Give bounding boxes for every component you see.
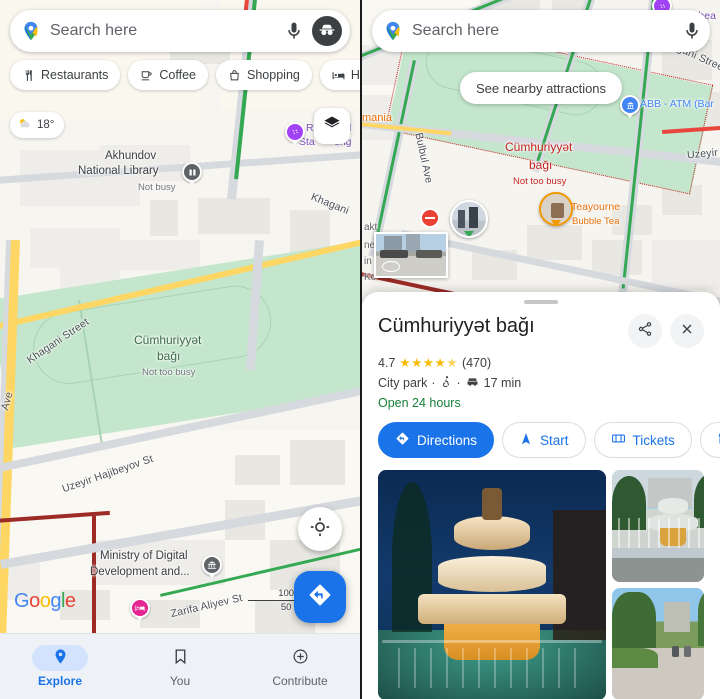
search-input-right[interactable]: Search here — [412, 22, 674, 40]
drive-time: 17 min — [483, 376, 522, 390]
left-map-screen: Akhundov National Library Not busy Cümhu… — [0, 0, 360, 699]
directions-icon — [307, 582, 333, 613]
partly-cloudy-icon — [17, 116, 32, 134]
place-pin-icon — [52, 648, 69, 668]
chip-label: Shopping — [247, 68, 300, 82]
map-pin-hotel[interactable] — [130, 598, 150, 618]
nav-pill-you — [152, 645, 208, 671]
bookmark-icon — [172, 648, 189, 668]
nav-item-explore[interactable]: Explore — [0, 634, 120, 699]
directions-fab[interactable] — [294, 571, 346, 623]
nav-label-contribute: Contribute — [272, 674, 328, 688]
nearby-chip-label: See nearby attractions — [475, 80, 607, 96]
meta-dot-2: · — [456, 376, 461, 390]
nav-label-explore: Explore — [37, 674, 82, 688]
mic-icon[interactable] — [284, 21, 304, 41]
action-buttons-row[interactable]: Directions Start Tickets — [378, 422, 720, 458]
directions-icon — [395, 431, 410, 449]
fountain-night-photo[interactable] — [378, 470, 606, 699]
search-input-left[interactable]: Search here — [50, 22, 276, 40]
nav-item-you[interactable]: You — [120, 634, 240, 699]
action-label: Directions — [417, 432, 478, 448]
park-path-photo[interactable] — [612, 588, 704, 699]
close-icon — [679, 321, 695, 342]
right-place-detail-screen: Cümhuriyyət bağı Not too busy Teayourne … — [360, 0, 720, 699]
tickets-button[interactable]: Tickets — [593, 422, 692, 458]
chip-hotels[interactable]: Ho — [319, 60, 360, 90]
gmaps-pin-icon — [382, 20, 404, 42]
navigation-arrow-icon — [519, 432, 533, 449]
chip-label: Coffee — [159, 68, 197, 82]
sheet-drag-handle[interactable] — [524, 300, 558, 304]
see-nearby-attractions-chip[interactable]: See nearby attractions — [459, 72, 623, 104]
chip-label: Restaurants — [41, 68, 109, 82]
dual-screenshot: Akhundov National Library Not busy Cümhu… — [0, 0, 720, 699]
place-detail-sheet[interactable]: Cümhuriyyət bağı 4.7 ★★★★★ (470) City pa… — [362, 292, 720, 699]
nav-pill-explore — [32, 645, 88, 671]
map-pin-library[interactable] — [182, 162, 202, 182]
google-logo: Google — [14, 590, 76, 612]
layers-icon — [322, 114, 342, 139]
place-title: Cümhuriyyət bağı — [378, 315, 535, 337]
map-pin-abb-atm[interactable] — [620, 95, 640, 115]
ticket-icon — [611, 431, 626, 449]
street-view-thumbnail[interactable] — [374, 232, 448, 278]
sheet-header: Cümhuriyyət bağı — [378, 314, 704, 348]
chip-restaurants[interactable]: Restaurants — [10, 60, 121, 90]
start-button[interactable]: Start — [502, 422, 586, 458]
nav-pill-contribute — [272, 645, 328, 671]
map-marker-no-entry[interactable] — [420, 208, 440, 228]
chip-shopping[interactable]: Shopping — [216, 60, 312, 90]
layers-button[interactable] — [314, 108, 350, 144]
chip-label: Ho — [350, 68, 360, 82]
close-button[interactable] — [670, 314, 704, 348]
map-pin-ministry[interactable] — [202, 555, 222, 575]
rating-value: 4.7 — [378, 355, 396, 370]
share-button[interactable] — [628, 314, 662, 348]
photo-column — [612, 470, 704, 699]
my-location-icon — [309, 516, 331, 543]
wheelchair-icon — [440, 375, 453, 391]
street-view-circle-marker[interactable] — [450, 200, 488, 238]
photo-gallery[interactable] — [378, 470, 704, 699]
share-icon — [637, 321, 653, 342]
mic-icon[interactable] — [682, 21, 702, 41]
weather-temp: 18° — [37, 119, 55, 131]
fountain-day-photo[interactable] — [612, 470, 704, 582]
gmaps-pin-icon — [20, 20, 42, 42]
search-bar-right[interactable]: Search here — [372, 10, 710, 52]
place-meta-row: City park · · 17 min — [378, 374, 704, 392]
weather-chip[interactable]: 18° — [10, 112, 65, 138]
category-chips-row[interactable]: Restaurants Coffee Shopping Ho — [10, 60, 360, 90]
map-pin-teayourne[interactable] — [539, 192, 573, 226]
opening-hours[interactable]: Open 24 hours — [378, 396, 704, 410]
rating-row: 4.7 ★★★★★ (470) — [378, 355, 704, 371]
action-label: Start — [540, 432, 569, 448]
nav-item-contribute[interactable]: Contribute — [240, 634, 360, 699]
directions-button[interactable]: Directions — [378, 422, 495, 458]
rating-stars: ★★★★★ — [399, 356, 458, 370]
nav-label-you: You — [169, 674, 191, 688]
my-location-button[interactable] — [298, 507, 342, 551]
review-count[interactable]: (470) — [462, 356, 491, 370]
action-label: Tickets — [632, 432, 675, 448]
plus-circle-icon — [292, 648, 309, 668]
map-pin-theatre[interactable] — [285, 122, 305, 142]
car-icon — [465, 374, 480, 392]
bottom-navigation-bar[interactable]: Explore You Contribute — [0, 633, 360, 699]
incognito-avatar-icon[interactable] — [312, 16, 342, 46]
chip-coffee[interactable]: Coffee — [128, 60, 209, 90]
search-bar-left[interactable]: Search here — [10, 10, 350, 52]
place-category: City park — [378, 376, 428, 390]
directory-button[interactable]: Dir — [699, 422, 720, 458]
meta-dot-1: · — [431, 376, 436, 390]
